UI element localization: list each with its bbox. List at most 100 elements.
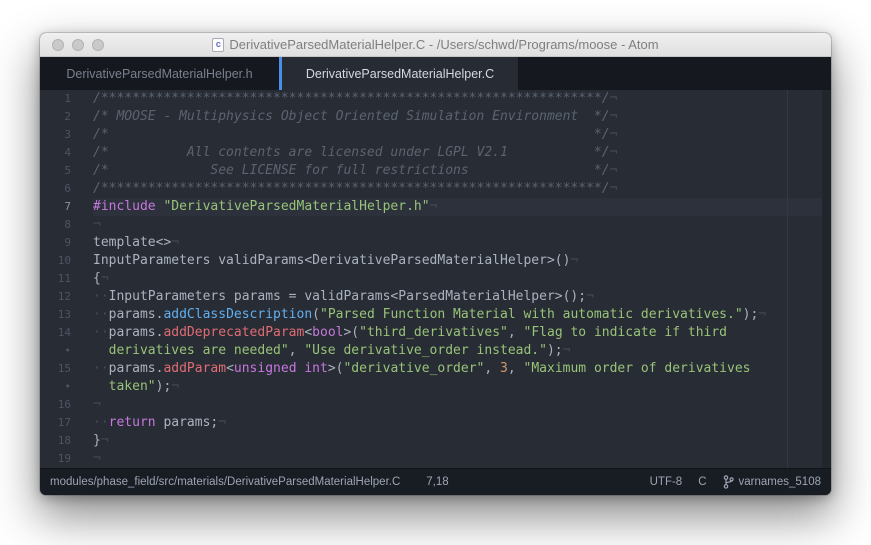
title-group: c DerivativeParsedMaterialHelper.C - /Us… (212, 37, 658, 52)
vertical-scrollbar[interactable] (822, 90, 831, 468)
code-line: 12··InputParameters params = validParams… (40, 288, 831, 306)
code-text[interactable]: ··InputParameters params = validParams<P… (93, 288, 831, 306)
eol-invisible: ¬ (171, 379, 179, 394)
line-number: 2 (40, 108, 93, 126)
code-line: • derivatives are needed", "Use derivati… (40, 342, 831, 360)
code-text[interactable]: taken");¬ (93, 378, 831, 396)
file-path[interactable]: modules/phase_field/src/materials/Deriva… (50, 476, 400, 488)
code-line: 8¬ (40, 216, 831, 234)
tab-bar: DerivativeParsedMaterialHelper.h Derivat… (40, 57, 831, 90)
eol-invisible: ¬ (93, 397, 101, 412)
eol-invisible: ¬ (610, 163, 618, 178)
line-number: 15 (40, 360, 93, 378)
code-text[interactable]: ¬ (93, 396, 831, 414)
git-branch-name: varnames_5108 (739, 476, 821, 488)
line-number: 5 (40, 162, 93, 180)
git-branch-icon (723, 475, 734, 489)
line-number: 19 (40, 450, 93, 468)
eol-invisible: ¬ (570, 253, 578, 268)
line-number: 17 (40, 414, 93, 432)
code-text[interactable]: /***************************************… (93, 180, 831, 198)
eol-invisible: ¬ (171, 235, 179, 250)
code-line: 7#include "DerivativeParsedMaterialHelpe… (40, 198, 831, 216)
line-number: 1 (40, 90, 93, 108)
code-text[interactable]: ¬ (93, 450, 831, 468)
line-number: 11 (40, 270, 93, 288)
wrap-indicator: • (40, 342, 93, 360)
code-text[interactable]: /* MOOSE - Multiphysics Object Oriented … (93, 108, 831, 126)
code-text[interactable]: ··return params;¬ (93, 414, 831, 432)
code-line: 11{¬ (40, 270, 831, 288)
status-bar: modules/phase_field/src/materials/Deriva… (40, 468, 831, 495)
code-text[interactable]: ··params.addDeprecatedParam<bool>("third… (93, 324, 831, 342)
code-text[interactable]: #include "DerivativeParsedMaterialHelper… (93, 198, 831, 216)
code-text[interactable]: /* See LICENSE for full restrictions */¬ (93, 162, 831, 180)
window-title: DerivativeParsedMaterialHelper.C - /User… (229, 37, 658, 52)
eol-invisible: ¬ (101, 271, 109, 286)
code-line: 3/* */¬ (40, 126, 831, 144)
code-line: 19¬ (40, 450, 831, 468)
code-text[interactable]: /***************************************… (93, 90, 831, 108)
line-number: 16 (40, 396, 93, 414)
eol-invisible: ¬ (586, 289, 594, 304)
eol-invisible: ¬ (610, 91, 618, 106)
code-line: 9template<>¬ (40, 234, 831, 252)
tab-source-file[interactable]: DerivativeParsedMaterialHelper.C (279, 57, 518, 90)
editor-pane[interactable]: 1/**************************************… (40, 90, 831, 468)
line-number: 8 (40, 216, 93, 234)
eol-invisible: ¬ (563, 343, 571, 358)
code-line: 2/* MOOSE - Multiphysics Object Oriented… (40, 108, 831, 126)
cursor-position[interactable]: 7,18 (426, 476, 448, 488)
code-text[interactable]: derivatives are needed", "Use derivative… (93, 342, 831, 360)
title-bar[interactable]: c DerivativeParsedMaterialHelper.C - /Us… (40, 33, 831, 57)
close-button[interactable] (52, 39, 64, 51)
code-text[interactable]: ··params.addClassDescription("Parsed Fun… (93, 306, 831, 324)
code-text[interactable]: }¬ (93, 432, 831, 450)
line-number: 10 (40, 252, 93, 270)
encoding-indicator[interactable]: UTF-8 (650, 476, 683, 488)
code-text[interactable]: /* All contents are licensed under LGPL … (93, 144, 831, 162)
eol-invisible: ¬ (93, 451, 101, 466)
eol-invisible: ¬ (610, 109, 618, 124)
line-number: 4 (40, 144, 93, 162)
line-number: 14 (40, 324, 93, 342)
code-line: 1/**************************************… (40, 90, 831, 108)
wrap-indicator: • (40, 378, 93, 396)
code-line: 14··params.addDeprecatedParam<bool>("thi… (40, 324, 831, 342)
desktop: c DerivativeParsedMaterialHelper.C - /Us… (0, 0, 871, 545)
code-line: 15··params.addParam<unsigned int>("deriv… (40, 360, 831, 378)
code-text[interactable]: /* */¬ (93, 126, 831, 144)
status-right: UTF-8 C varnames_5108 (650, 475, 821, 489)
line-number: 7 (40, 198, 93, 216)
line-number: 3 (40, 126, 93, 144)
code-text[interactable]: InputParameters validParams<DerivativePa… (93, 252, 831, 270)
zoom-button[interactable] (92, 39, 104, 51)
wrap-guide (787, 90, 788, 468)
code-line: 4/* All contents are licensed under LGPL… (40, 144, 831, 162)
line-number: 9 (40, 234, 93, 252)
line-number: 18 (40, 432, 93, 450)
eol-invisible: ¬ (430, 199, 438, 214)
code-line: 17··return params;¬ (40, 414, 831, 432)
code-line: 10InputParameters validParams<Derivative… (40, 252, 831, 270)
code-line: • taken");¬ (40, 378, 831, 396)
status-left: modules/phase_field/src/materials/Deriva… (50, 476, 449, 488)
minimize-button[interactable] (72, 39, 84, 51)
code-text[interactable]: ¬ (93, 216, 831, 234)
code-text[interactable]: ··params.addParam<unsigned int>("derivat… (93, 360, 831, 378)
code-rows: 1/**************************************… (40, 90, 831, 468)
code-text[interactable]: {¬ (93, 270, 831, 288)
code-line: 6/**************************************… (40, 180, 831, 198)
code-line: 16¬ (40, 396, 831, 414)
code-line: 18}¬ (40, 432, 831, 450)
grammar-indicator[interactable]: C (698, 476, 706, 488)
eol-invisible: ¬ (218, 415, 226, 430)
eol-invisible: ¬ (610, 127, 618, 142)
git-branch-indicator[interactable]: varnames_5108 (723, 475, 821, 489)
code-text[interactable]: template<>¬ (93, 234, 831, 252)
eol-invisible: ¬ (758, 307, 766, 322)
tab-header-file[interactable]: DerivativeParsedMaterialHelper.h (40, 57, 279, 90)
atom-window: c DerivativeParsedMaterialHelper.C - /Us… (40, 33, 831, 495)
code-line: 5/* See LICENSE for full restrictions */… (40, 162, 831, 180)
line-number: 6 (40, 180, 93, 198)
